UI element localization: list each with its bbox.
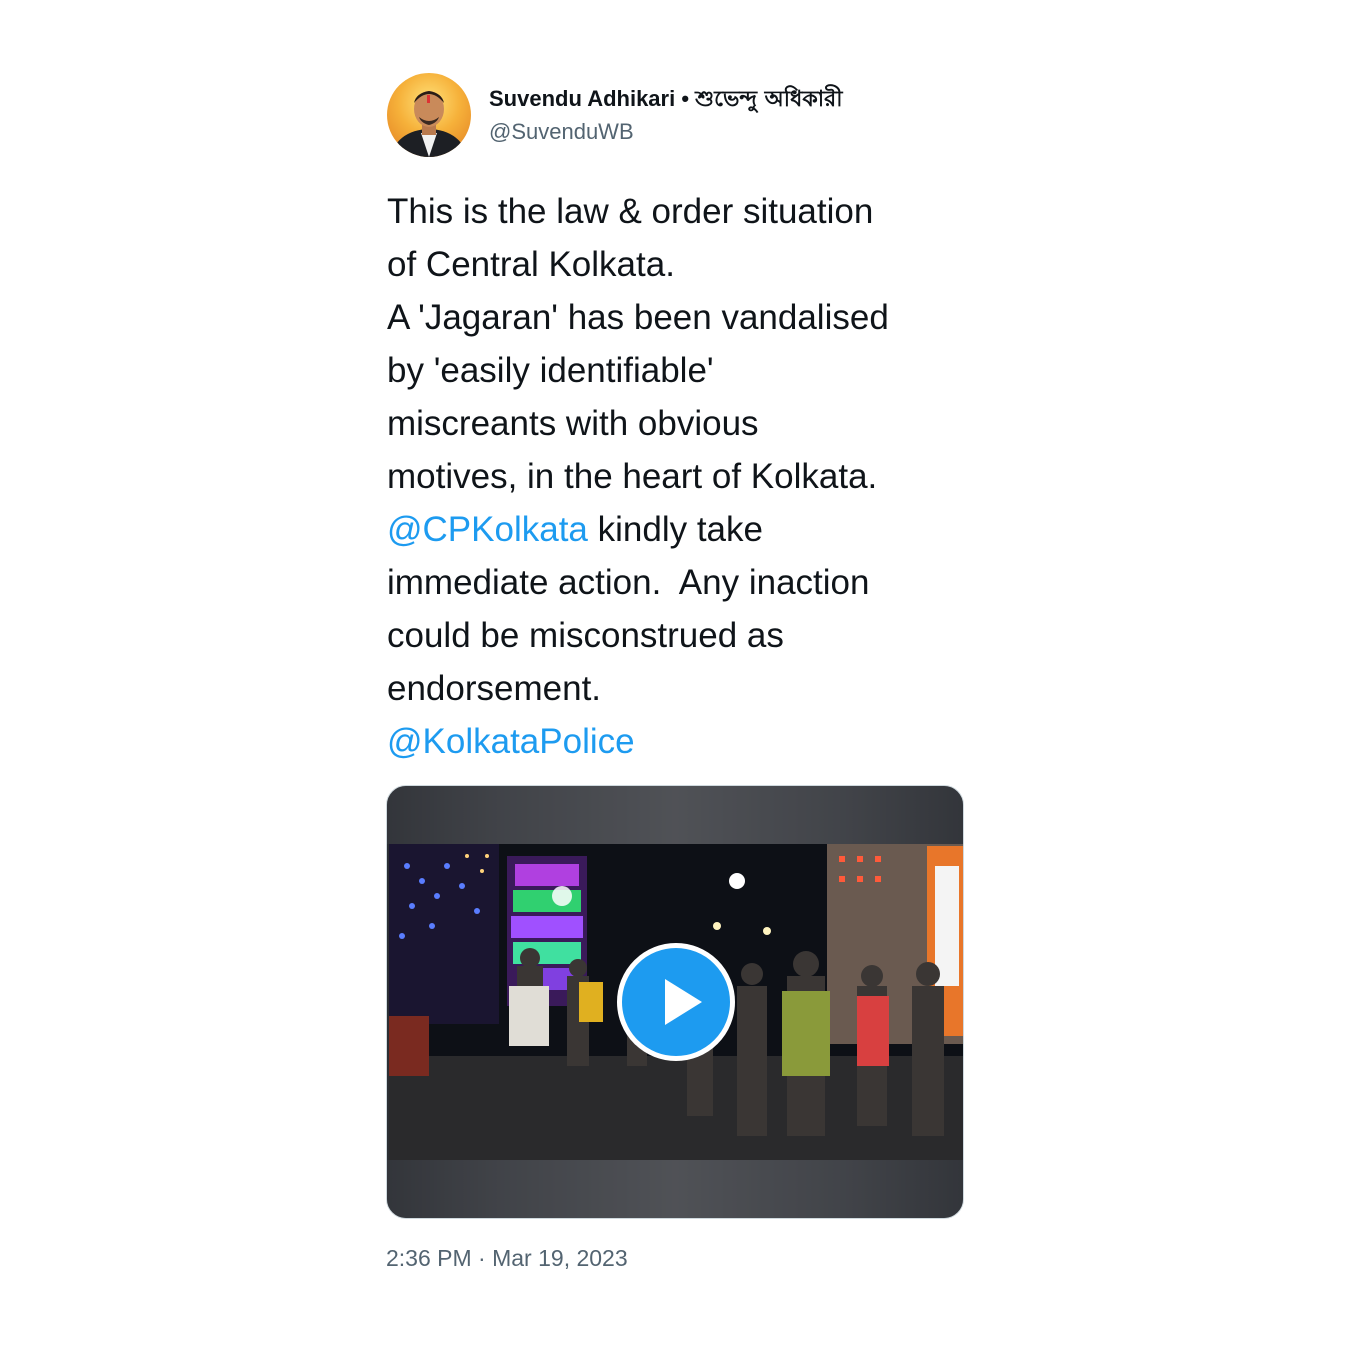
tweet-text-line: motives, in the heart of Kolkata. [387,450,967,503]
tweet-text-line: A 'Jagaran' has been vandalised [387,291,967,344]
tweet-text-segment: miscreants with obvious [387,404,759,443]
tweet-text-segment: by 'easily identifiable' [387,351,714,390]
tweet-text-segment: A 'Jagaran' has been vandalised [387,298,889,337]
tweet-text-line: @KolkataPolice [387,715,967,768]
timestamp-separator: · [478,1245,486,1271]
mention-link[interactable]: @KolkataPolice [387,722,635,761]
tweet-text: This is the law & order situation of Cent… [387,185,967,768]
tweet-text-segment: endorsement. [387,669,602,708]
play-button[interactable] [617,943,735,1061]
timestamp-time: 2:36 PM [386,1245,472,1271]
tweet-text-segment: of Central Kolkata. [387,245,675,284]
author-display-name: Suvendu Adhikari [489,86,676,111]
tweet-text-line: immediate action. Any inaction [387,556,967,609]
tweet-text-segment: motives, in the heart of Kolkata. [387,457,878,496]
tweet-timestamp[interactable]: 2:36 PM · Mar 19, 2023 [386,1245,628,1272]
play-icon [665,979,702,1025]
tweet-text-segment: kindly take [587,510,763,549]
author-name[interactable]: Suvendu Adhikari • শুভেন্দু অধিকারী [489,82,843,119]
tweet-text-line: by 'easily identifiable' [387,344,967,397]
author-handle[interactable]: @SuvenduWB [489,119,634,145]
tweet-text-line: miscreants with obvious [387,397,967,450]
tweet-text-segment: This is the law & order situation [387,192,874,231]
tweet-text-line: endorsement. [387,662,967,715]
tweet-text-line: This is the law & order situation [387,185,967,238]
tweet-text-segment: could be misconstrued as [387,616,784,655]
tweet-text-line: @CPKolkata kindly take [387,503,967,556]
mention-link[interactable]: @CPKolkata [387,510,588,549]
tweet-text-segment: immediate action. Any inaction [387,563,870,602]
timestamp-date: Mar 19, 2023 [492,1245,628,1271]
tweet-text-line: of Central Kolkata. [387,238,967,291]
avatar-photo [391,91,467,157]
author-name-bengali: শুভেন্দু অধিকারী [695,87,843,112]
name-separator: • [681,86,690,111]
avatar[interactable] [387,73,471,157]
tweet-text-line: could be misconstrued as [387,609,967,662]
